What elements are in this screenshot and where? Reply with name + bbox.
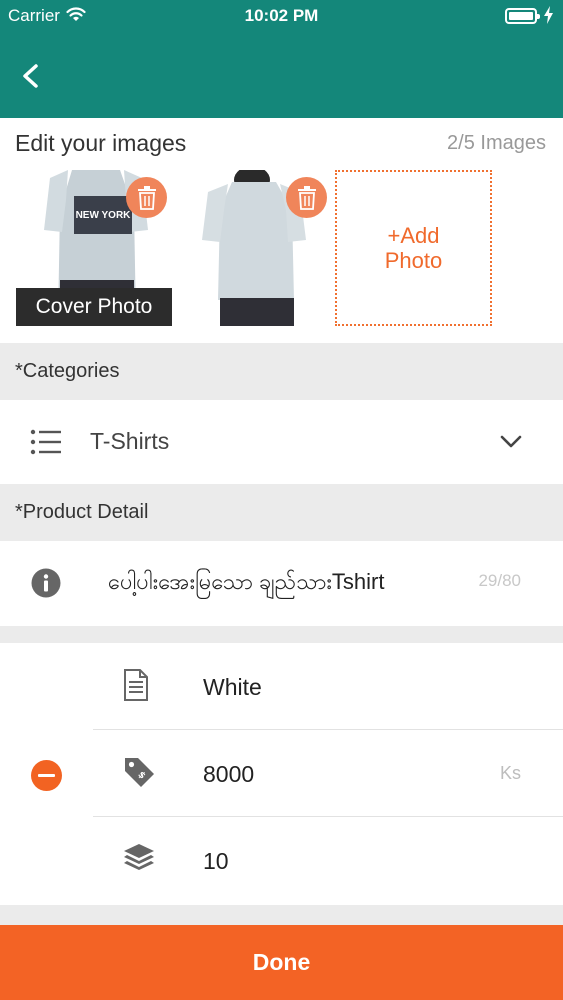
delete-image-button[interactable] — [126, 177, 167, 218]
trash-icon — [297, 185, 316, 210]
variant-price-row: $ 8000 Ks — [93, 730, 563, 817]
battery-icon — [505, 8, 540, 24]
done-button[interactable]: Done — [0, 925, 563, 1000]
product-name-char-count: 29/80 — [478, 571, 521, 590]
product-name-input[interactable]: ပေါ့ပါးအေးမြသော ချည်သားTshirt — [108, 567, 384, 600]
add-photo-label-line2: Photo — [384, 248, 443, 273]
add-photo-button[interactable]: +Add Photo — [335, 170, 492, 326]
status-bar: Carrier 10:02 PM — [0, 0, 563, 32]
document-icon — [123, 669, 149, 706]
variant-color-input[interactable]: White — [203, 674, 262, 701]
variant-color-row: White — [93, 643, 563, 730]
currency-unit: Ks — [499, 763, 521, 783]
product-name-row: ပေါ့ပါးအေးမြသော ချည်သားTshirt 29/80 — [0, 541, 563, 626]
list-icon — [30, 429, 62, 460]
chevron-down-icon — [499, 430, 523, 459]
price-tag-icon: $ — [123, 756, 155, 793]
section-divider — [0, 626, 563, 643]
top-bar: Carrier 10:02 PM — [0, 0, 563, 118]
product-image-1[interactable]: NEW YORK Cover Photo — [16, 170, 172, 326]
category-selector[interactable]: T-Shirts — [0, 400, 563, 484]
product-detail-header: *Product Detail — [0, 484, 563, 541]
variant-price-input[interactable]: 8000 — [203, 761, 254, 788]
shirt-print-text: NEW YORK — [76, 210, 132, 221]
product-image-2[interactable] — [176, 170, 332, 326]
trash-icon — [137, 185, 156, 210]
chevron-left-icon — [23, 64, 38, 88]
charging-icon — [544, 6, 553, 29]
images-title: Edit your images — [15, 130, 187, 156]
images-count: 2/5 Images — [447, 132, 546, 154]
layers-icon — [123, 843, 155, 878]
back-button[interactable] — [14, 58, 50, 94]
variant-card: White $ 8000 Ks 10 — [0, 643, 563, 905]
cover-photo-label: Cover Photo — [16, 288, 172, 326]
clock-label: 10:02 PM — [244, 6, 319, 25]
info-icon — [31, 568, 61, 603]
section-divider — [0, 905, 563, 925]
variant-quantity-input[interactable]: 10 — [203, 848, 229, 875]
remove-variant-button[interactable] — [31, 760, 62, 791]
category-value: T-Shirts — [90, 428, 170, 454]
categories-header: *Categories — [0, 343, 563, 400]
variant-quantity-row: 10 — [93, 817, 563, 904]
delete-image-button[interactable] — [286, 177, 327, 218]
add-photo-label-line1: +Add — [387, 223, 440, 248]
